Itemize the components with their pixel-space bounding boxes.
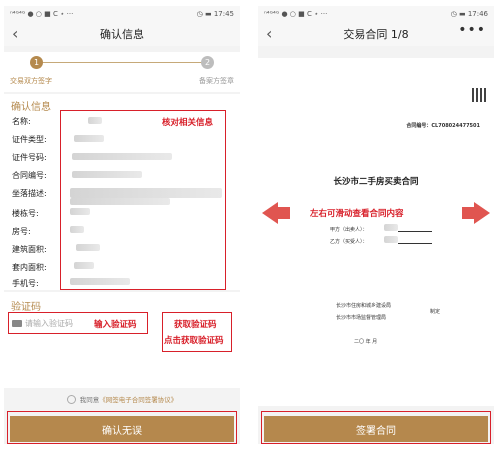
arrow-left-tail [276,207,290,219]
field-location-label: 坐落描述: [12,189,47,198]
field-id-type-label: 证件类型: [12,135,47,144]
blurred-value [384,224,398,231]
party-b-label: 乙方（买受人）： [330,239,368,245]
page-title: 交易合同 1/8 [343,28,409,41]
issuer-line-1: 长沙市住房和城乡建设局 [336,303,392,309]
code-section-title: 验证码 [11,302,41,313]
qr-code-icon [472,88,486,102]
field-contract-no-label: 合同编号: [12,171,47,180]
field-area-label: 建筑面积: [12,245,47,254]
field-inner-area-label: 套内面积: [12,263,47,272]
nav-bar: ‹ 交易合同 1/8 ••• [258,22,494,46]
verify-annotation-box [60,110,226,290]
status-bar: ⁿ⁴ᴳ⁴ᴳ ● ○ ■ C ⋆ ··· ◷ ▬ 17:46 [258,6,494,22]
info-section-title: 确认信息 [11,102,51,113]
confirm-info-screen: ⁿ⁴ᴳ⁴ᴳ ● ○ ■ C ⋆ ··· ◷ ▬ 17:45 ‹ 确认信息 1 2… [4,6,240,444]
agree-prefix: 我同意 [79,396,100,404]
page-title: 确认信息 [100,28,144,41]
arrow-right-icon[interactable] [474,202,490,224]
verify-annotation-text: 核对相关信息 [162,118,214,128]
signature-line [398,231,432,232]
more-icon[interactable]: ••• [458,22,486,38]
contract-title: 长沙市二手房买卖合同 [333,177,419,187]
step-2-dot: 2 [201,56,214,69]
issuer-line-2: 长沙市市场监督管理局 [336,315,387,321]
contract-screen: ⁿ⁴ᴳ⁴ᴳ ● ○ ■ C ⋆ ··· ◷ ▬ 17:46 ‹ 交易合同 1/8… [258,6,494,444]
status-time: ◷ ▬ 17:46 [450,10,488,18]
confirm-button[interactable]: 确认无误 [10,416,234,442]
info-section: 确认信息 名称: 证件类型: 证件号码: 合同编号: 坐落描述: 楼栋号: 房号… [4,94,240,290]
signature-line [398,243,432,244]
field-id-number-label: 证件号码: [12,153,47,162]
swipe-annotation-text: 左右可滑动查看合同内容 [310,209,404,219]
nav-bar: ‹ 确认信息 [4,22,240,46]
agreement-row: 我同意 《网签电子合同签署协议》 [4,394,240,404]
blurred-value [384,236,398,243]
status-icons: ⁿ⁴ᴳ⁴ᴳ ● ○ ■ C ⋆ ··· [10,10,74,18]
field-room-label: 房号: [12,227,31,236]
click-annotation-text: 点击获取验证码 [164,336,224,346]
contract-page[interactable]: 合同编号：CL708024477501 长沙市二手房买卖合同 甲方（出卖人）： … [258,58,494,406]
input-annotation-text: 输入验证码 [94,320,137,330]
step-connector [36,62,208,63]
party-a-label: 甲方（出卖人）： [330,227,368,233]
get-code-button[interactable]: 获取验证码 [174,318,217,330]
field-phone-label: 手机号: [12,279,39,288]
issuer-made: 制定 [430,309,441,315]
date-line: 二〇 年 月 [354,339,378,345]
step-1-dot: 1 [30,56,43,69]
contract-number: 合同编号：CL708024477501 [406,123,480,129]
status-icons: ⁿ⁴ᴳ⁴ᴳ ● ○ ■ C ⋆ ··· [264,10,328,18]
status-bar: ⁿ⁴ᴳ⁴ᴳ ● ○ ■ C ⋆ ··· ◷ ▬ 17:45 [4,6,240,22]
field-name-label: 名称: [12,117,31,126]
agree-checkbox[interactable] [66,394,76,404]
status-time: ◷ ▬ 17:45 [196,10,234,18]
progress-steps: 1 2 交易双方签字 备案方签章 [4,52,240,92]
back-arrow-icon[interactable]: ‹ [266,24,272,43]
field-building-label: 楼栋号: [12,209,39,218]
step-1-label: 交易双方签字 [10,77,52,85]
back-arrow-icon[interactable]: ‹ [12,24,18,43]
step-2-label: 备案方签章 [199,77,234,85]
agreement-link[interactable]: 《网签电子合同签署协议》 [99,394,177,404]
sign-contract-button[interactable]: 签署合同 [264,416,488,442]
